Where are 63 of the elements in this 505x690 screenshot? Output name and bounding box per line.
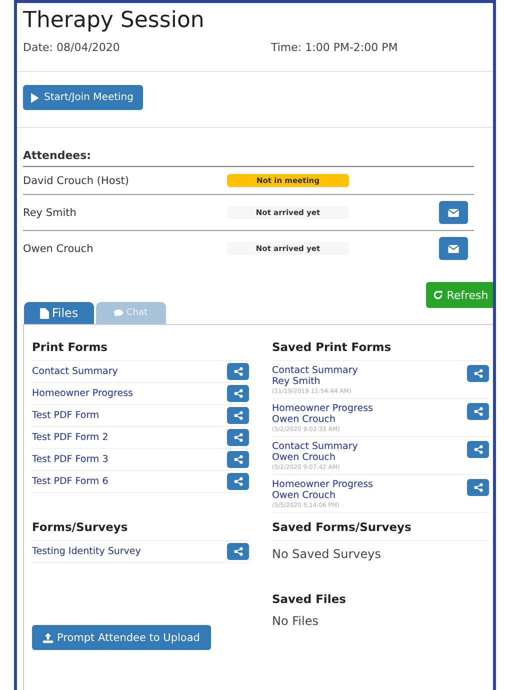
attendee-name: Owen Crouch: [272, 452, 337, 463]
email-button[interactable]: [439, 201, 468, 224]
section-heading: Saved Print Forms: [272, 333, 489, 361]
saved-form-link[interactable]: Contact Summary: [272, 365, 358, 376]
share-button[interactable]: [227, 429, 249, 446]
form-link[interactable]: Contact Summary: [32, 366, 118, 377]
share-button[interactable]: [227, 473, 249, 490]
play-icon: [30, 92, 40, 102]
section-heading: Saved Forms/Surveys: [272, 513, 489, 541]
attendee-name: Rey Smith: [23, 206, 78, 218]
share-button[interactable]: [227, 363, 249, 380]
section-heading: Saved Files: [272, 591, 347, 608]
attendees-heading: Attendees:: [23, 148, 92, 162]
form-link[interactable]: Test PDF Form 3: [32, 454, 108, 465]
share-button[interactable]: [227, 543, 249, 560]
share-icon: [474, 407, 482, 416]
form-link[interactable]: Test PDF Form 6: [32, 476, 108, 487]
attendee-name: Owen Crouch: [272, 490, 337, 501]
share-icon: [234, 477, 242, 486]
share-icon: [234, 433, 242, 442]
share-icon: [234, 455, 242, 464]
share-button[interactable]: [227, 451, 249, 468]
saved-form-link[interactable]: Homeowner Progress: [272, 479, 373, 490]
empty-message: No Saved Surveys: [272, 546, 382, 561]
saved-form-link[interactable]: Contact Summary: [272, 441, 358, 452]
share-icon: [474, 369, 482, 378]
share-icon: [234, 547, 242, 556]
saved-form-link[interactable]: Homeowner Progress: [272, 403, 373, 414]
refresh-icon: [432, 290, 443, 300]
session-time: Time: 1:00 PM-2:00 PM: [271, 41, 398, 54]
attendee-name: Owen Crouch: [23, 242, 94, 254]
speech-bubble-icon: [114, 309, 124, 317]
share-button[interactable]: [467, 479, 489, 496]
email-button[interactable]: [439, 237, 468, 260]
start-meeting-button[interactable]: Start/Join Meeting: [23, 85, 144, 110]
tab[interactable]: Files: [24, 302, 94, 324]
share-icon: [474, 445, 482, 454]
upload-icon: [43, 632, 53, 642]
section-heading: Print Forms: [32, 333, 249, 361]
share-icon: [234, 411, 242, 420]
session-date: Date: 08/04/2020: [23, 41, 121, 54]
share-button[interactable]: [227, 385, 249, 402]
share-button[interactable]: [227, 407, 249, 424]
upload-button[interactable]: Prompt Attendee to Upload: [32, 625, 211, 650]
form-link[interactable]: Test PDF Form: [32, 410, 100, 421]
attendee-name: David Crouch (Host): [23, 174, 130, 186]
share-icon: [474, 483, 482, 492]
section-heading: Forms/Surveys: [32, 513, 249, 541]
empty-message: No Files: [272, 613, 320, 628]
share-button[interactable]: [467, 403, 489, 420]
survey-link[interactable]: Testing Identity Survey: [32, 546, 141, 557]
share-icon: [234, 367, 242, 376]
document-icon: [40, 308, 49, 318]
form-link[interactable]: Homeowner Progress: [32, 388, 133, 399]
share-button[interactable]: [467, 365, 489, 382]
share-icon: [234, 389, 242, 398]
envelope-icon: [448, 208, 459, 216]
attendee-name: Owen Crouch: [272, 414, 337, 425]
share-button[interactable]: [467, 441, 489, 458]
form-link[interactable]: Test PDF Form 2: [32, 432, 108, 443]
envelope-icon: [448, 244, 459, 252]
attendee-name: Rey Smith: [272, 376, 322, 387]
page-title: Therapy Session: [23, 7, 206, 35]
